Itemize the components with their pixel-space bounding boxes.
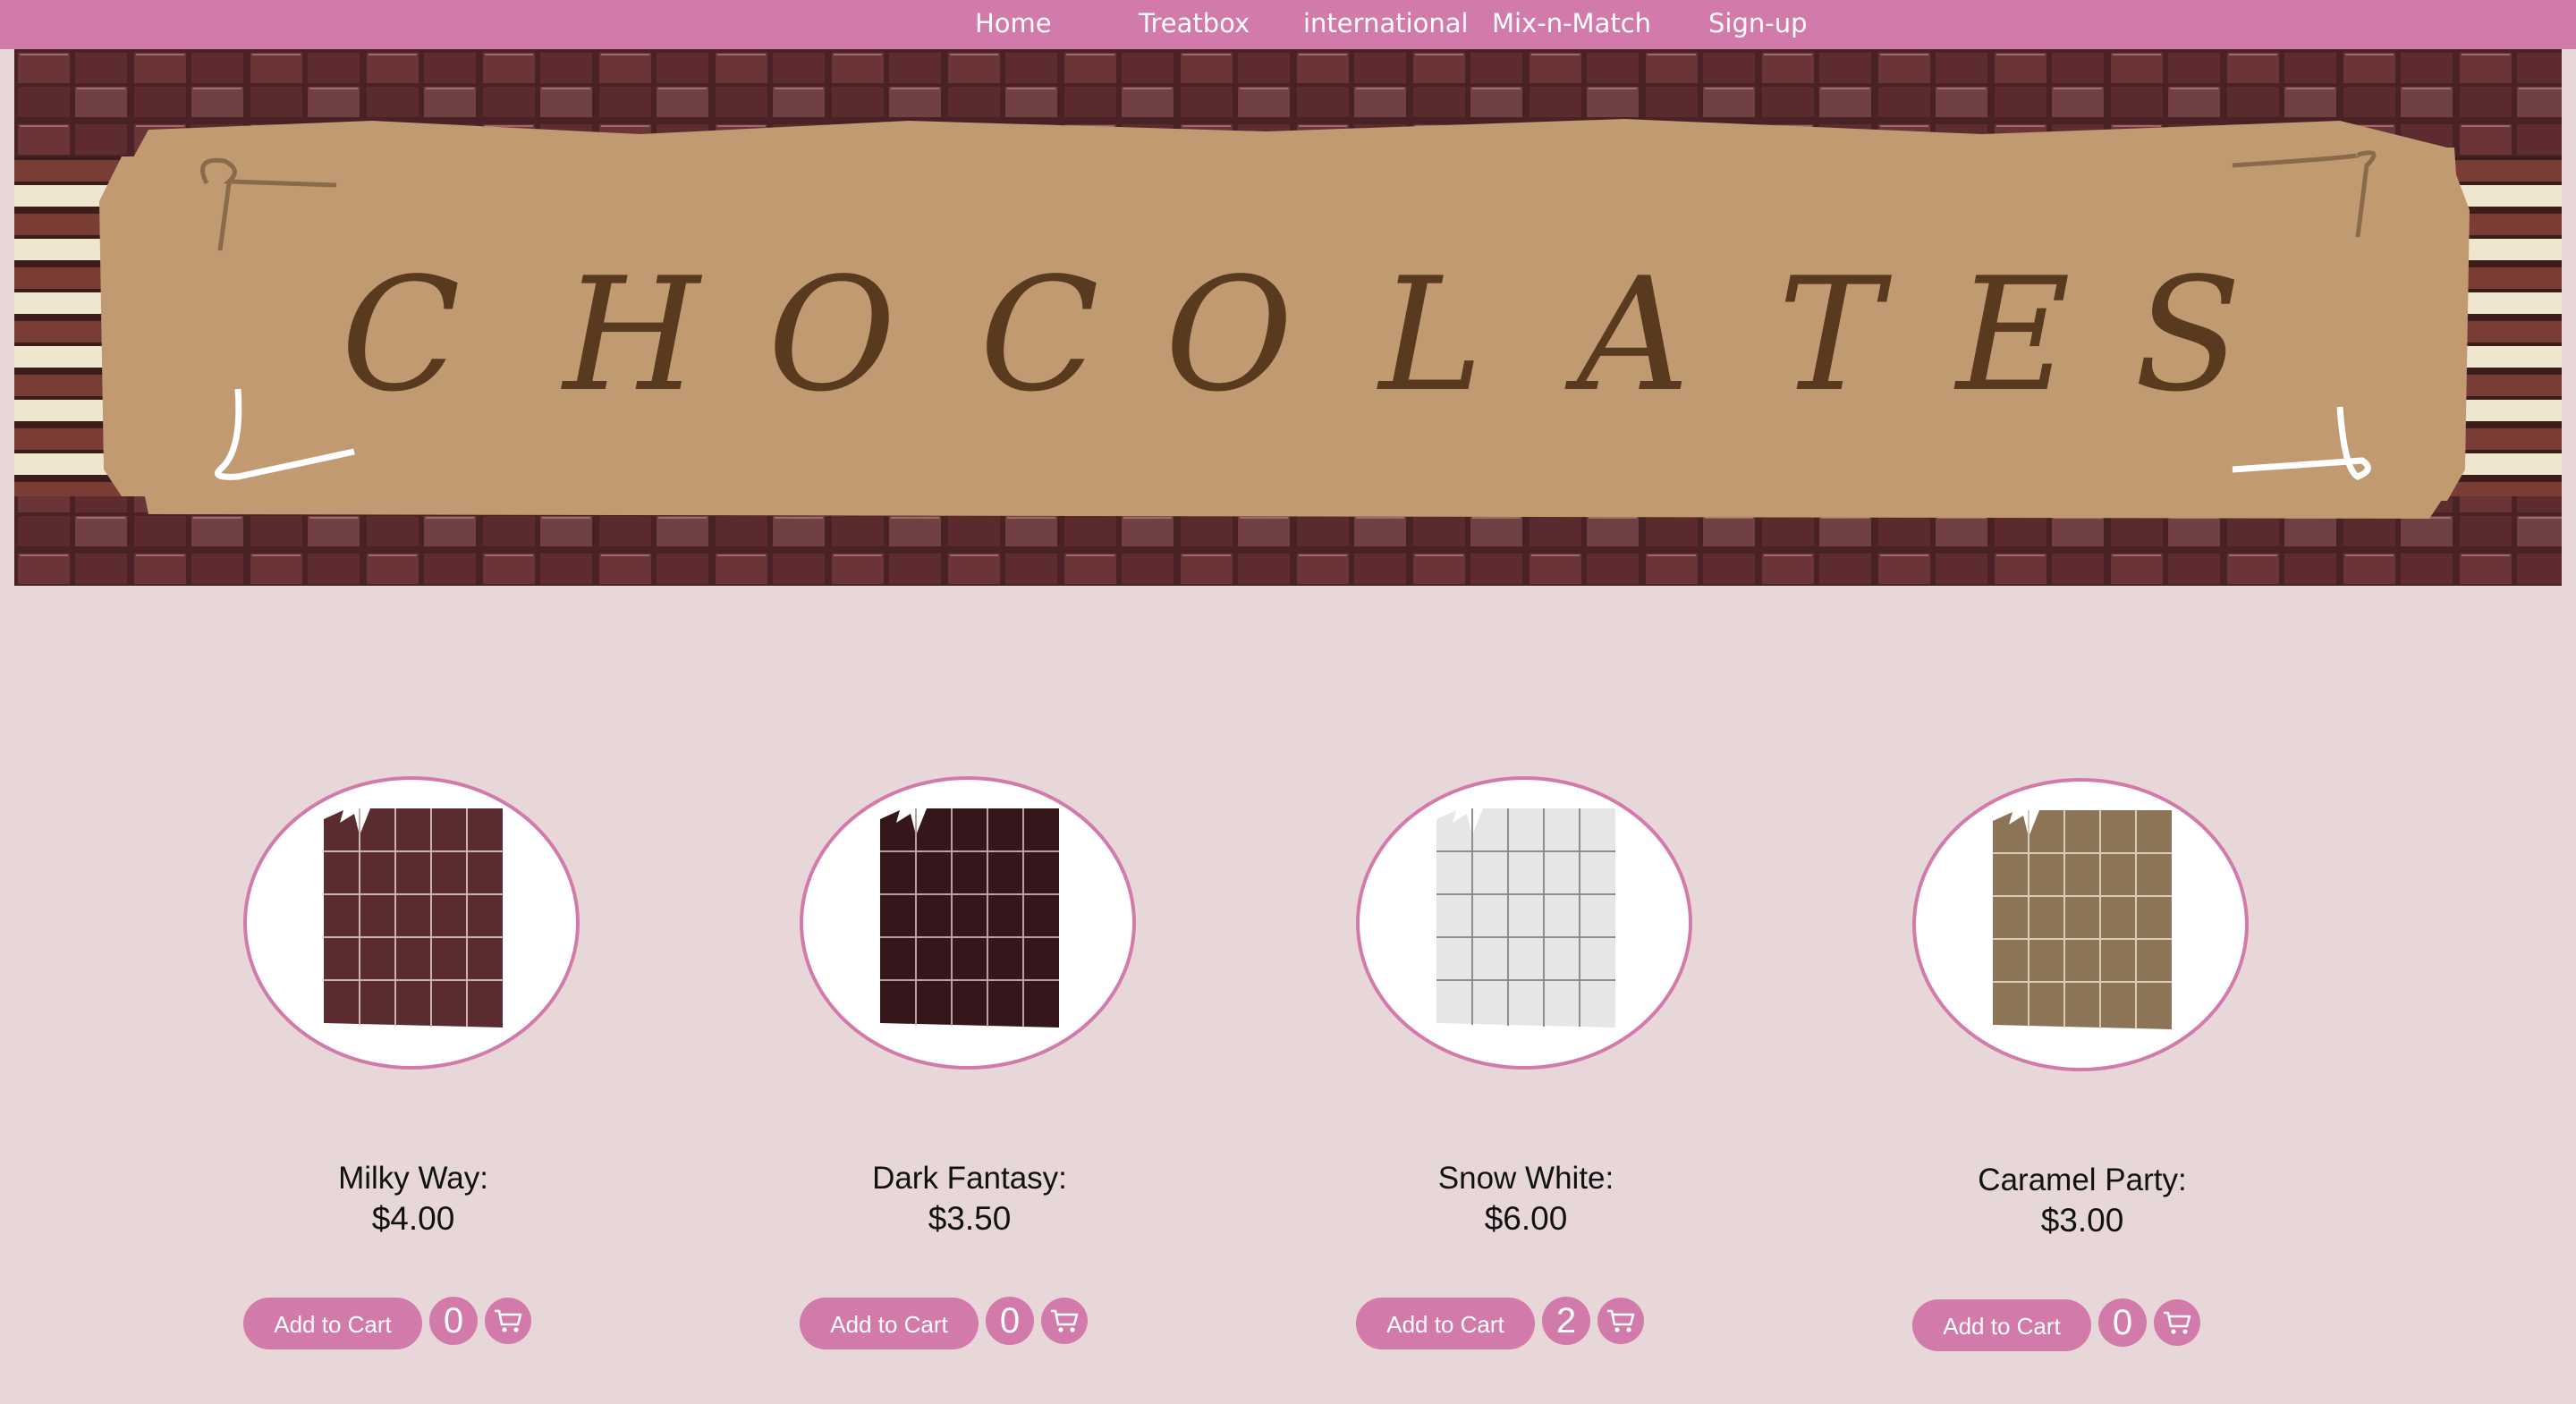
cart-button[interactable] [485, 1298, 531, 1344]
title-letter: H [561, 245, 703, 427]
add-to-cart-button[interactable]: Add to Cart [1912, 1299, 2091, 1351]
nav-mix-n-match[interactable]: Mix-n-Match [1492, 0, 1651, 49]
cart-button[interactable] [1041, 1298, 1088, 1344]
cart-icon [1051, 1309, 1079, 1332]
quantity-badge: 0 [2098, 1298, 2147, 1347]
product-name: Caramel Party: [1978, 1163, 2187, 1197]
chocolates-banner: C H O C O L A T E S [14, 49, 2562, 586]
bar-body [1993, 810, 2172, 1029]
quantity-badge: 2 [1542, 1297, 1590, 1345]
title-letter: T [1778, 245, 1893, 427]
product-card: Caramel Party: $3.00 Add to Cart 0 [1912, 778, 2252, 1404]
quantity-badge: 0 [986, 1297, 1034, 1345]
product-price: $3.50 [928, 1200, 1012, 1237]
nav-home[interactable]: Home [975, 0, 1052, 49]
title-letter: L [1377, 245, 1483, 427]
nav-treatbox[interactable]: Treatbox [1139, 0, 1250, 49]
product-name: Milky Way: [338, 1161, 488, 1196]
quantity-badge: 0 [429, 1297, 478, 1345]
add-to-cart-button[interactable]: Add to Cart [1356, 1298, 1535, 1349]
product-name: Dark Fantasy: [872, 1161, 1067, 1196]
bar-body [880, 808, 1059, 1028]
cart-icon [1607, 1309, 1635, 1332]
cart-button[interactable] [2154, 1299, 2200, 1346]
title-letter: S [2134, 245, 2241, 427]
product-plate [800, 776, 1136, 1070]
product-card: Dark Fantasy: $3.50 Add to Cart 0 [800, 776, 1140, 1402]
title-letter: C [979, 245, 1099, 427]
bar-body [1436, 808, 1615, 1028]
product-plate [1356, 776, 1692, 1070]
bar-body [324, 808, 503, 1028]
product-name: Snow White: [1437, 1161, 1614, 1196]
cart-button[interactable] [1597, 1298, 1644, 1344]
product-price: $6.00 [1484, 1200, 1568, 1237]
chocolate-bar-image [324, 808, 503, 1028]
add-to-cart-button[interactable]: Add to Cart [243, 1298, 422, 1349]
product-price: $3.00 [2040, 1202, 2124, 1239]
title-letter: E [1953, 245, 2071, 427]
top-navbar: Home Treatbox international Mix-n-Match … [0, 0, 2576, 49]
add-to-cart-button[interactable]: Add to Cart [800, 1298, 979, 1349]
cart-icon [2164, 1311, 2191, 1334]
product-plate [243, 776, 580, 1070]
cart-icon [495, 1309, 522, 1332]
chocolate-bar-image [1993, 810, 2172, 1029]
chocolate-bar-image [1436, 808, 1615, 1028]
product-plate [1912, 778, 2249, 1071]
banner-title: C H O C O L A T E S [341, 245, 2241, 427]
title-letter: O [1165, 245, 1292, 427]
title-letter: C [341, 245, 461, 427]
title-letter: O [767, 245, 895, 427]
nav-international[interactable]: international [1303, 0, 1469, 49]
product-price: $4.00 [371, 1200, 455, 1237]
nav-sign-up[interactable]: Sign-up [1708, 0, 1808, 49]
title-letter: A [1564, 245, 1690, 427]
product-card: Snow White: $6.00 Add to Cart 2 [1356, 776, 1696, 1402]
product-card: Milky Way: $4.00 Add to Cart 0 [243, 776, 583, 1402]
chocolate-bar-image [880, 808, 1059, 1028]
